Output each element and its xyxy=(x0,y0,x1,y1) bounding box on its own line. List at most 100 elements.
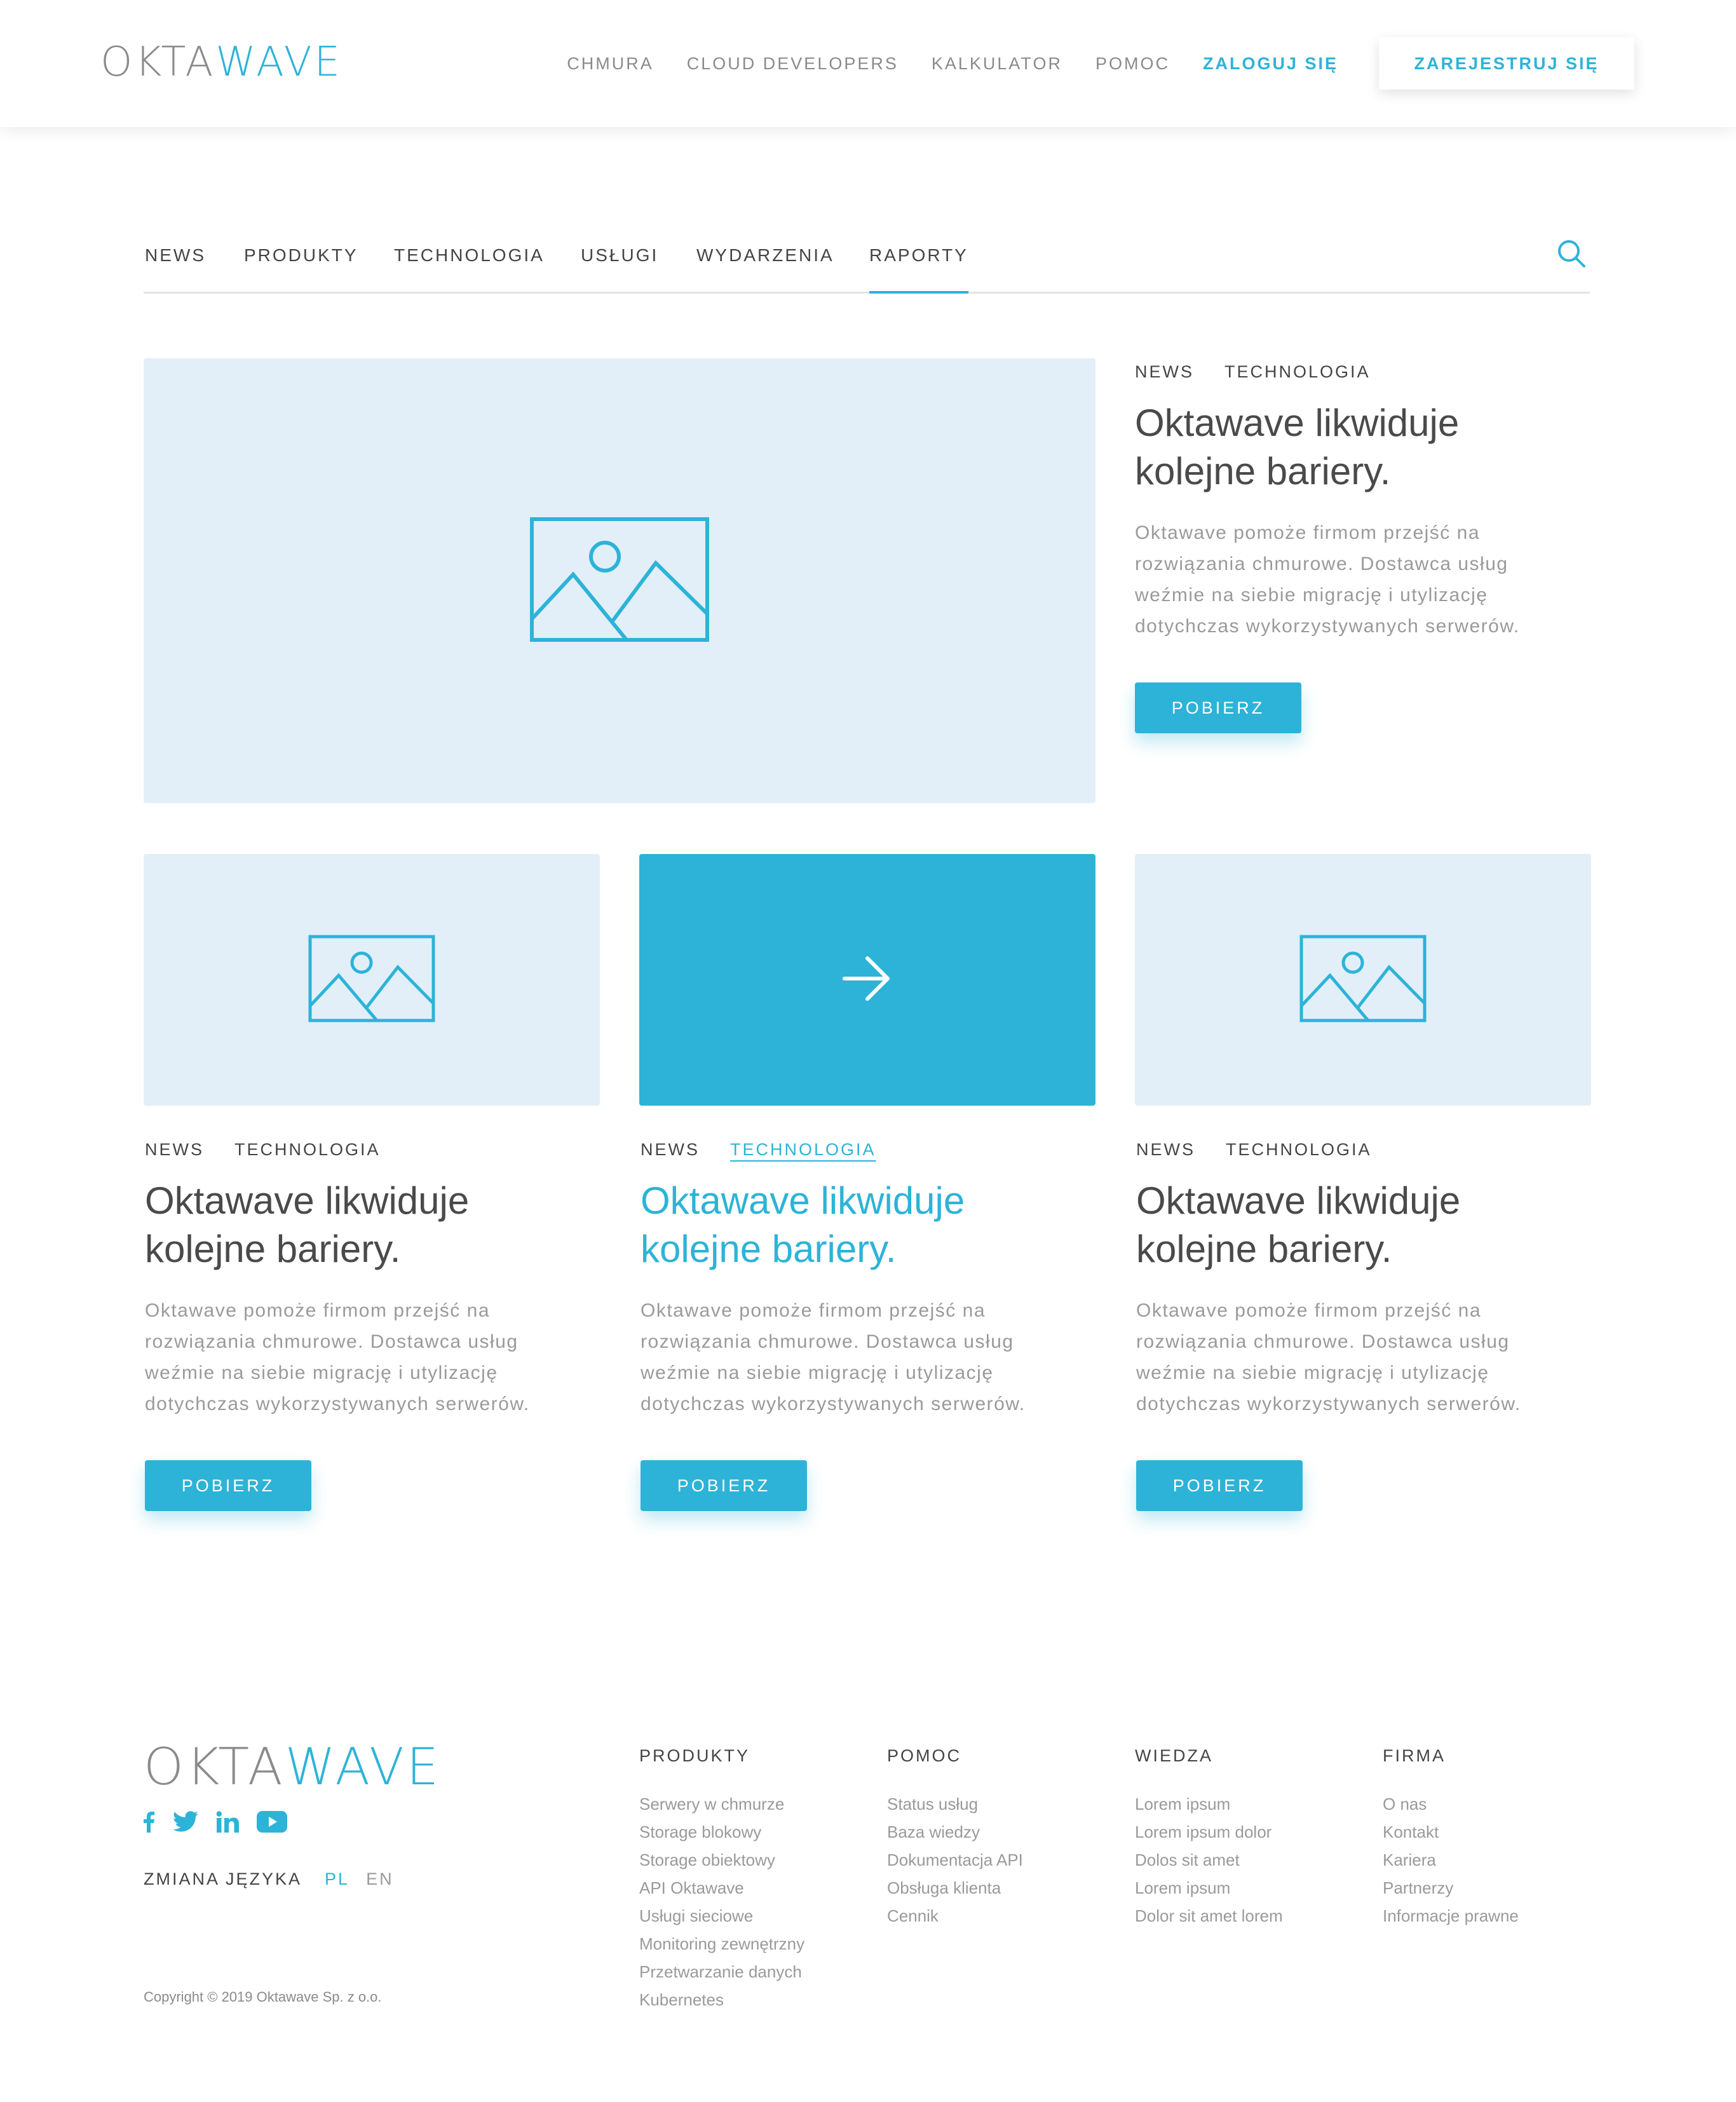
card-description: Oktawave pomoże firmom przejść na rozwią… xyxy=(641,1295,1026,1420)
tab-technologia[interactable]: TECHNOLOGIA xyxy=(394,245,545,266)
footer-link[interactable]: Storage obiektowy xyxy=(639,1846,804,1874)
tab-raporty[interactable]: RAPORTY xyxy=(869,245,968,294)
desc-line: weźmie na siebie migrację i utylizację xyxy=(641,1362,994,1383)
login-link[interactable]: ZALOGUJ SIĘ xyxy=(1203,54,1338,74)
tab-news[interactable]: NEWS xyxy=(145,245,206,266)
card-title[interactable]: Oktawave likwiduje kolejne bariery. xyxy=(1136,1177,1460,1273)
footer-link[interactable]: Kubernetes xyxy=(639,1986,804,2014)
card-image-hover[interactable] xyxy=(639,854,1095,1106)
tab-wydarzenia[interactable]: WYDARZENIA xyxy=(696,245,834,266)
desc-line: weźmie na siebie migrację i utylizację xyxy=(1135,585,1488,606)
desc-line: dotychczas wykorzystywanych serwerów. xyxy=(641,1393,1026,1414)
footer-link[interactable]: Usługi sieciowe xyxy=(639,1902,804,1930)
footer-link[interactable]: Kontakt xyxy=(1383,1818,1519,1846)
facebook-icon[interactable] xyxy=(142,1811,155,1833)
card-description: Oktawave pomoże firmom przejść na rozwią… xyxy=(145,1295,530,1420)
card-title[interactable]: Oktawave likwiduje kolejne bariery. xyxy=(145,1177,469,1273)
title-line: kolejne bariery. xyxy=(1136,1228,1392,1270)
logo-part-wave: WAVE xyxy=(285,1737,442,1796)
footer-column-produkty: PRODUKTY Serwery w chmurze Storage bloko… xyxy=(639,1746,804,2014)
footer-link[interactable]: Informacje prawne xyxy=(1383,1902,1519,1930)
footer-column-title: FIRMA xyxy=(1383,1746,1446,1765)
featured-title[interactable]: Oktawave likwiduje kolejne bariery. xyxy=(1135,399,1459,496)
desc-line: Oktawave pomoże firmom przejść na xyxy=(641,1300,986,1321)
social-links xyxy=(142,1811,305,1833)
footer-column-title: WIEDZA xyxy=(1135,1746,1213,1765)
arrow-right-icon xyxy=(842,954,893,1006)
card-download-button[interactable]: POBIERZ xyxy=(641,1460,807,1511)
footer-link[interactable]: API Oktawave xyxy=(639,1874,804,1902)
title-line: Oktawave likwiduje xyxy=(1135,402,1460,444)
footer-link[interactable]: Monitoring zewnętrzny xyxy=(639,1930,804,1958)
footer-column-firma: FIRMA O nas Kontakt Kariera Partnerzy In… xyxy=(1383,1746,1519,1930)
nav-link-pomoc[interactable]: POMOC xyxy=(1095,54,1170,74)
twitter-icon[interactable] xyxy=(173,1811,198,1833)
footer-link[interactable]: O nas xyxy=(1383,1790,1519,1818)
linkedin-icon[interactable] xyxy=(216,1811,239,1833)
footer-logo[interactable]: OKTA WAVE xyxy=(144,1740,441,1794)
footer-link[interactable]: Baza wiedzy xyxy=(887,1818,1023,1846)
footer-link[interactable]: Partnerzy xyxy=(1383,1874,1519,1902)
footer-link[interactable]: Obsługa klienta xyxy=(887,1874,1023,1902)
nav-link-cloud-developers[interactable]: CLOUD DEVELOPERS xyxy=(687,54,899,74)
tag-news[interactable]: NEWS xyxy=(641,1140,700,1160)
language-switcher: ZMIANA JĘZYKA PL EN xyxy=(144,1869,394,1889)
footer-link[interactable]: Status usług xyxy=(887,1790,1023,1818)
language-option-pl[interactable]: PL xyxy=(325,1869,349,1889)
tab-produkty[interactable]: PRODUKTY xyxy=(244,245,358,266)
card-tags: NEWS TECHNOLOGIA xyxy=(145,1140,381,1160)
register-button[interactable]: ZAREJESTRUJ SIĘ xyxy=(1379,37,1634,90)
footer-link[interactable]: Serwery w chmurze xyxy=(639,1790,804,1818)
language-label: ZMIANA JĘZYKA xyxy=(144,1869,302,1888)
footer-link[interactable]: Dolos sit amet xyxy=(1135,1846,1283,1874)
featured-download-button[interactable]: POBIERZ xyxy=(1135,682,1301,733)
tag-technologia[interactable]: TECHNOLOGIA xyxy=(234,1140,381,1160)
footer-link[interactable]: Storage blokowy xyxy=(639,1818,804,1846)
footer-column-pomoc: POMOC Status usług Baza wiedzy Dokumenta… xyxy=(887,1746,1023,1930)
nav-link-chmura[interactable]: CHMURA xyxy=(567,54,654,74)
desc-line: weźmie na siebie migrację i utylizację xyxy=(1136,1362,1489,1383)
footer-link[interactable]: Kariera xyxy=(1383,1846,1519,1874)
desc-line: rozwiązania chmurowe. Dostawca usług xyxy=(1135,553,1509,574)
footer-link[interactable]: Lorem ipsum xyxy=(1135,1790,1283,1818)
tag-technologia[interactable]: TECHNOLOGIA xyxy=(730,1140,876,1160)
search-icon[interactable] xyxy=(1554,236,1590,272)
header-logo[interactable]: OKTA WAVE xyxy=(100,39,342,85)
language-option-en[interactable]: EN xyxy=(366,1869,394,1889)
tag-technologia[interactable]: TECHNOLOGIA xyxy=(1224,362,1371,382)
footer-link[interactable]: Dokumentacja API xyxy=(887,1846,1023,1874)
card-download-button[interactable]: POBIERZ xyxy=(1136,1460,1303,1511)
footer-link[interactable]: Przetwarzanie danych xyxy=(639,1958,804,1986)
title-line: Oktawave likwiduje xyxy=(145,1179,470,1222)
footer-link[interactable]: Lorem ipsum xyxy=(1135,1874,1283,1902)
footer-link[interactable]: Dolor sit amet lorem xyxy=(1135,1902,1283,1930)
featured-tags: NEWS TECHNOLOGIA xyxy=(1135,362,1371,382)
desc-line: dotychczas wykorzystywanych serwerów. xyxy=(1136,1393,1521,1414)
tag-technologia[interactable]: TECHNOLOGIA xyxy=(1226,1140,1372,1160)
title-line: kolejne bariery. xyxy=(1135,450,1391,492)
card-title[interactable]: Oktawave likwiduje kolejne bariery. xyxy=(641,1177,965,1273)
tab-uslugi[interactable]: USŁUGI xyxy=(581,245,658,266)
tag-news[interactable]: NEWS xyxy=(145,1140,204,1160)
title-line: kolejne bariery. xyxy=(641,1228,897,1270)
tag-news[interactable]: NEWS xyxy=(1136,1140,1195,1160)
desc-line: Oktawave pomoże firmom przejść na xyxy=(145,1300,491,1321)
card-description: Oktawave pomoże firmom przejść na rozwią… xyxy=(1136,1295,1521,1420)
top-navigation: CHMURA CLOUD DEVELOPERS KALKULATOR POMOC… xyxy=(534,0,1634,127)
desc-line: rozwiązania chmurowe. Dostawca usług xyxy=(641,1331,1014,1352)
nav-link-kalkulator[interactable]: KALKULATOR xyxy=(932,54,1062,74)
card-image-placeholder[interactable] xyxy=(144,854,600,1106)
footer-link[interactable]: Lorem ipsum dolor xyxy=(1135,1818,1283,1846)
desc-line: Oktawave pomoże firmom przejść na xyxy=(1135,522,1481,543)
image-placeholder-icon xyxy=(1299,935,1427,1026)
desc-line: rozwiązania chmurowe. Dostawca usług xyxy=(145,1331,519,1352)
desc-line: dotychczas wykorzystywanych serwerów. xyxy=(145,1393,530,1414)
footer-column-wiedza: WIEDZA Lorem ipsum Lorem ipsum dolor Dol… xyxy=(1135,1746,1283,1930)
footer-link[interactable]: Cennik xyxy=(887,1902,1023,1930)
card-image-placeholder[interactable] xyxy=(1135,854,1591,1106)
card-download-button[interactable]: POBIERZ xyxy=(145,1460,311,1511)
featured-image-placeholder[interactable] xyxy=(144,358,1095,803)
youtube-icon[interactable] xyxy=(257,1811,287,1833)
tag-news[interactable]: NEWS xyxy=(1135,362,1194,382)
logo-part-okta: OKTA xyxy=(144,1737,285,1796)
